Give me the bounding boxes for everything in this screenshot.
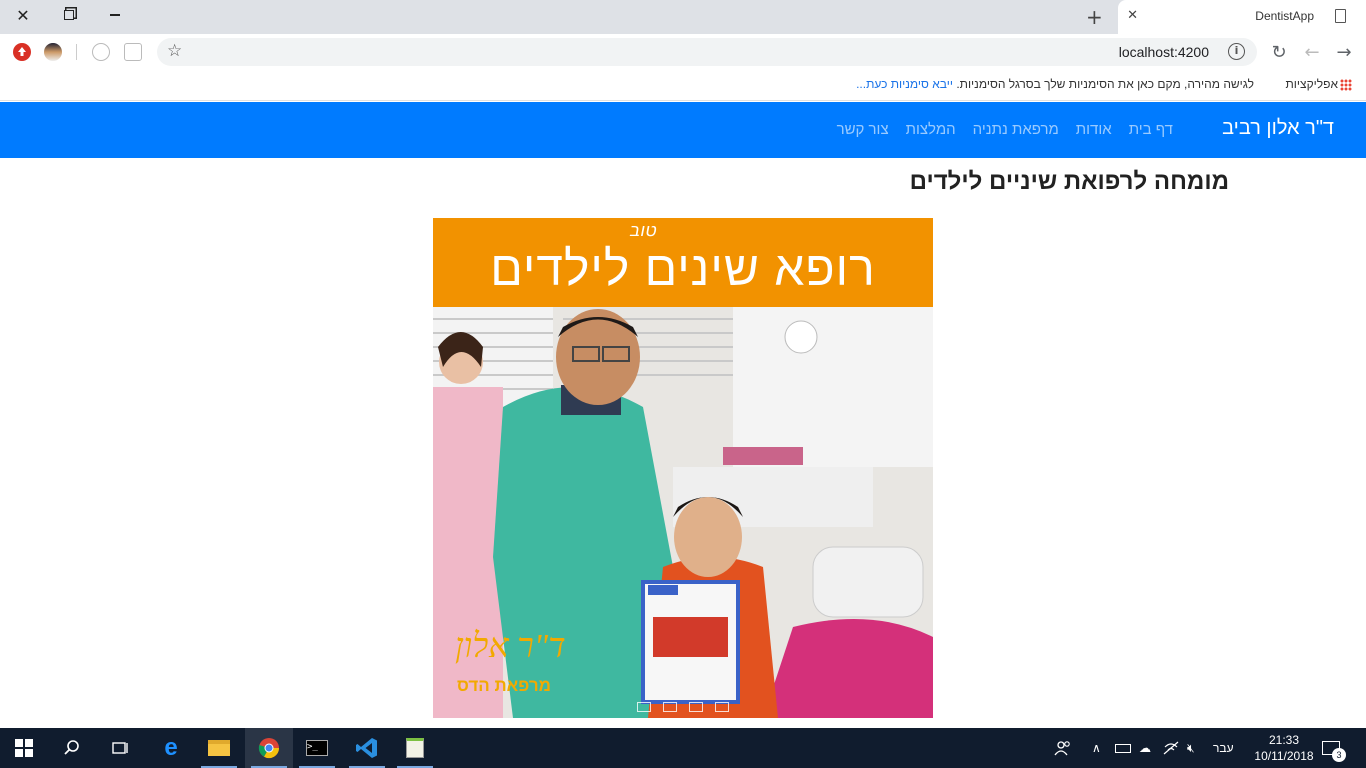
banner-script-text: טוב (629, 220, 656, 241)
nav-link-home[interactable]: דף בית (1129, 121, 1173, 138)
onedrive-cloud-icon[interactable]: ☁ (1139, 728, 1151, 768)
extension-upload-icon[interactable] (13, 43, 31, 61)
extension-square-icon[interactable] (124, 43, 142, 61)
reload-icon[interactable]: ↻ (1268, 42, 1290, 63)
taskbar-terminal[interactable]: >_ (293, 728, 341, 768)
volume-muted-icon[interactable]: 🔇︎ (1187, 728, 1195, 768)
tab-close-icon[interactable]: ✕ (1127, 8, 1138, 23)
navbar-brand[interactable]: ד"ר אלון רביב (1222, 117, 1334, 140)
clinic-logo-name: ד"ר אלון (455, 628, 566, 665)
search-icon (64, 740, 79, 755)
carousel-indicators (433, 702, 933, 712)
nav-link-testimonials[interactable]: המלצות (906, 121, 956, 138)
site-navbar: ד"ר אלון רביב דף בית אודות מרפאת נתניה ה… (0, 102, 1366, 158)
close-icon: ✕ (16, 5, 30, 25)
taskbar-vscode[interactable] (343, 728, 391, 768)
restore-icon (64, 10, 74, 20)
clinic-logo-subtitle: מרפאת הדס (457, 676, 551, 695)
window-minimize-button[interactable] (92, 0, 138, 30)
task-view-icon (112, 742, 128, 754)
window-close-button[interactable]: ✕ (0, 0, 46, 30)
bookmarks-bar: אפליקציות לגישה מהירה, מקם כאן את הסימני… (0, 70, 1366, 101)
forward-icon[interactable]: → (1333, 42, 1355, 63)
apps-shortcut[interactable]: אפליקציות (1286, 77, 1338, 91)
notifications-icon: 3 (1322, 741, 1346, 762)
page-favicon-icon (1335, 9, 1346, 23)
taskbar-file-explorer[interactable] (195, 728, 243, 768)
back-icon[interactable]: ← (1301, 42, 1323, 63)
bookmarks-hint-text: לגישה מהירה, מקם כאן את הסימניות שלך בסר… (956, 77, 1254, 91)
edge-icon: e (164, 734, 178, 761)
browser-tab-strip: ✕ + ✕ DentistApp (0, 0, 1366, 34)
carousel-indicator[interactable] (663, 702, 677, 712)
battery-icon[interactable] (1115, 728, 1131, 768)
window-restore-button[interactable] (46, 0, 92, 30)
nav-link-about[interactable]: אודות (1076, 121, 1112, 138)
clock-date: 10/11/2018 (1254, 749, 1314, 763)
nav-links: דף בית אודות מרפאת נתניה המלצות צור קשר (837, 121, 1173, 138)
notification-count-badge: 3 (1332, 748, 1346, 762)
tab-title: DentistApp (1255, 9, 1314, 23)
taskbar-clock[interactable]: 21:33 10/11/2018 (1248, 732, 1320, 764)
start-button[interactable] (0, 728, 48, 768)
carousel-indicator[interactable] (715, 702, 729, 712)
page-heading: מומחה לרפואת שיניים לילדים (909, 168, 1229, 195)
minimize-icon (110, 14, 120, 16)
folder-icon (208, 740, 230, 756)
extension-avatar-icon[interactable] (44, 43, 62, 61)
url-text[interactable]: localhost:4200 (1119, 44, 1209, 60)
vscode-icon (356, 738, 377, 758)
action-center-button[interactable]: 3 (1322, 728, 1346, 768)
nav-link-contact[interactable]: צור קשר (837, 121, 889, 138)
network-icon[interactable] (1162, 728, 1180, 768)
browser-tab[interactable]: ✕ DentistApp (1118, 0, 1366, 34)
banner-title: רופא שינים לילדים (490, 243, 876, 296)
extension-circle-icon[interactable] (92, 43, 110, 61)
taskbar-chrome[interactable] (245, 728, 293, 768)
windows-logo-icon (15, 739, 33, 757)
terminal-icon: >_ (306, 740, 328, 756)
chrome-icon (258, 738, 280, 759)
search-button[interactable] (48, 728, 96, 768)
hero-carousel[interactable]: טוב רופא שינים לילדים ד"ר אלון מרפאת הדס (433, 218, 933, 718)
nav-link-clinic[interactable]: מרפאת נתניה (973, 121, 1059, 138)
people-icon[interactable] (1054, 728, 1072, 768)
taskbar-edge[interactable]: e (147, 728, 195, 768)
windows-taskbar: e >_ ∧ ☁ 🔇︎ עבר 21:33 10/11/2018 3 (0, 728, 1366, 768)
browser-toolbar: ☆ localhost:4200 i ↻ ← → (0, 34, 1366, 70)
site-info-icon[interactable]: i (1228, 43, 1245, 60)
input-language-indicator[interactable]: עבר (1213, 728, 1234, 768)
clock-time: 21:33 (1268, 733, 1300, 747)
carousel-indicator[interactable] (637, 702, 651, 712)
show-hidden-icons-chevron-icon[interactable]: ∧ (1092, 728, 1101, 768)
notepad-icon (406, 738, 424, 758)
task-view-button[interactable] (96, 728, 144, 768)
address-bar[interactable]: ☆ localhost:4200 i (157, 38, 1257, 66)
bookmarks-hint: לגישה מהירה, מקם כאן את הסימניות שלך בסר… (856, 77, 1254, 91)
apps-grid-icon[interactable] (1340, 79, 1352, 91)
new-tab-button[interactable]: + (1086, 5, 1103, 29)
bookmark-star-icon[interactable]: ☆ (167, 41, 182, 61)
taskbar-notepad-plus[interactable] (391, 728, 439, 768)
carousel-indicator[interactable] (689, 702, 703, 712)
import-bookmarks-link[interactable]: ייבא סימניות כעת... (856, 77, 953, 91)
toolbar-divider (76, 44, 77, 60)
